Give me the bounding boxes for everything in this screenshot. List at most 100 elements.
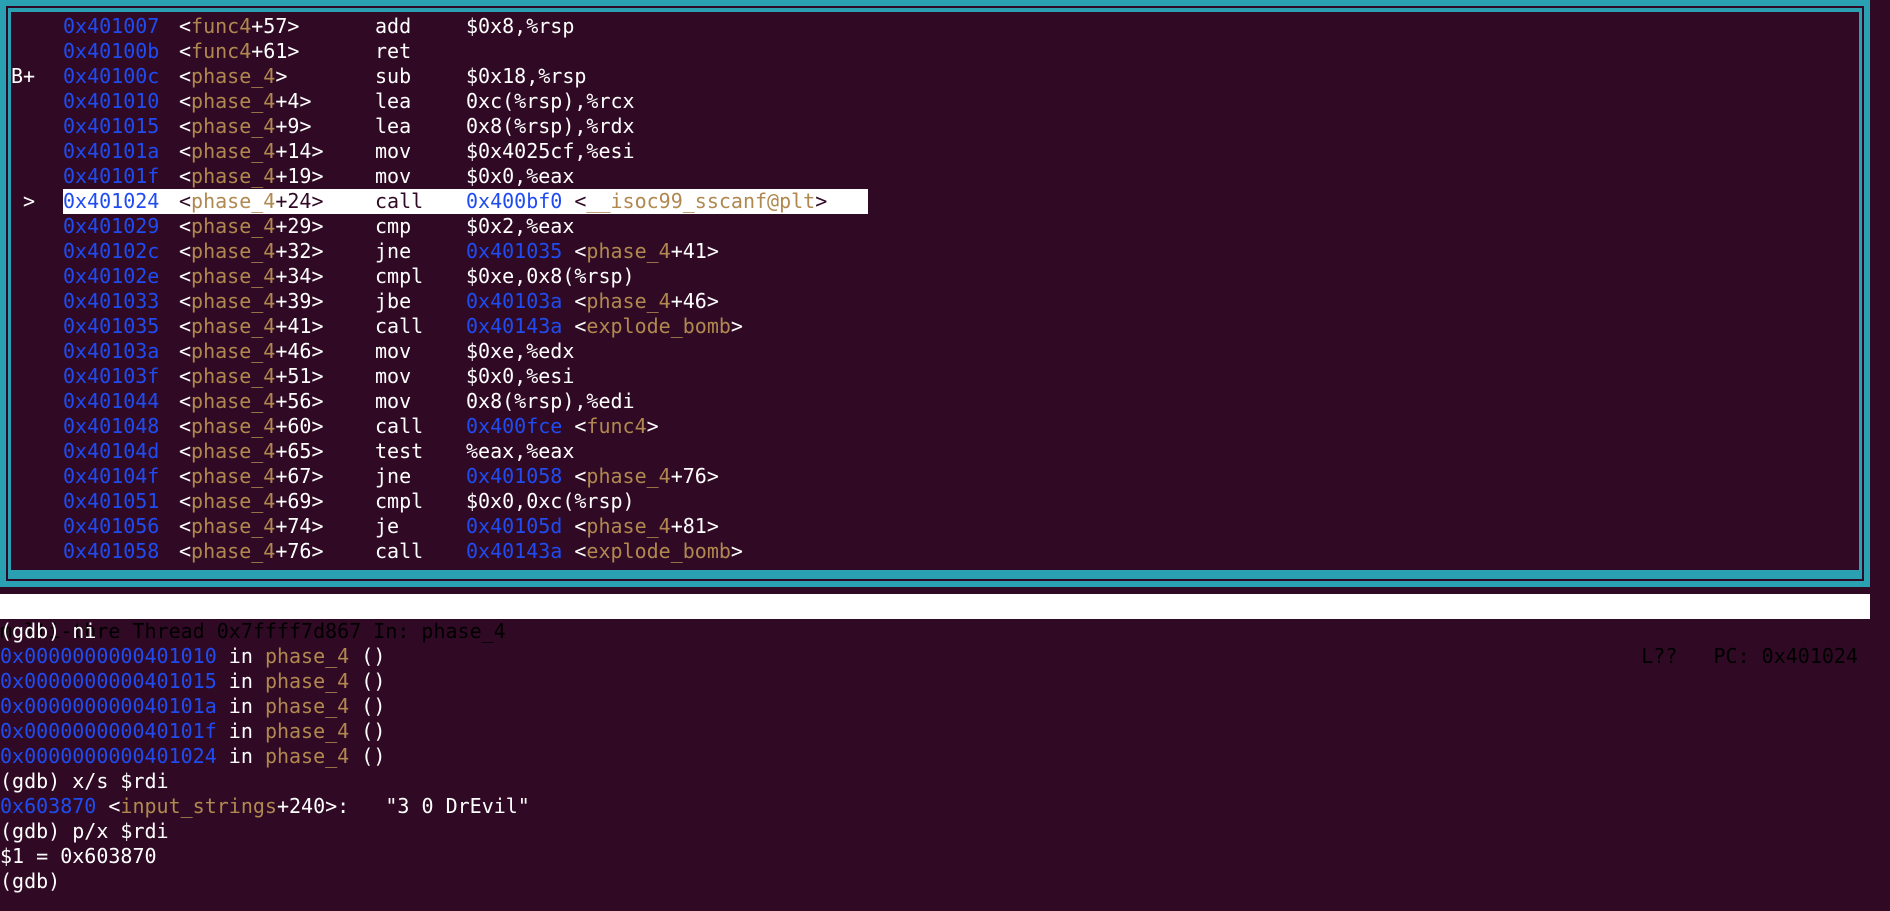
asm-line[interactable]: 0x401010 <phase_4+4> lea 0xc(%rsp),%rcx: [11, 89, 1859, 114]
asm-line[interactable]: 0x40100b <func4+61> ret: [11, 39, 1859, 64]
asm-address: 0x401058: [63, 539, 160, 563]
asm-symbol-offset: +60: [275, 414, 312, 438]
console-spacer: [349, 669, 361, 693]
asm-operands: $0xe,%edx: [466, 339, 575, 363]
asm-address: 0x40103a: [63, 339, 160, 363]
asm-mnemonic: call: [375, 314, 424, 338]
console-spacer: [60, 869, 72, 893]
asm-branch-target: 0x40143a: [466, 314, 563, 338]
asm-operands: %eax,%eax: [466, 439, 575, 463]
asm-address: 0x401015: [63, 114, 160, 138]
asm-address: 0x401007: [63, 14, 160, 38]
asm-operands: $0x4025cf,%esi: [466, 139, 635, 163]
frame-function: phase_4: [264, 694, 350, 718]
console-frame-line: 0x0000000000401010 in phase_4 (): [0, 644, 1870, 669]
asm-symbol-function: func4: [191, 39, 252, 63]
asm-symbol-offset: +41: [275, 314, 312, 338]
asm-symbol-function: phase_4: [191, 339, 276, 363]
asm-address: 0x401010: [63, 89, 160, 113]
asm-symbol-offset: +39: [275, 289, 312, 313]
asm-mnemonic: ret: [375, 39, 412, 63]
asm-line[interactable]: 0x40101a <phase_4+14> mov $0x4025cf,%esi: [11, 139, 1859, 164]
asm-line[interactable]: 0x401035 <phase_4+41> call 0x40143a <explod…: [11, 314, 1859, 339]
asm-symbol: <phase_4+65>: [179, 439, 324, 463]
asm-line[interactable]: 0x40103f <phase_4+51> mov $0x0,%esi: [11, 364, 1859, 389]
console-command-line: (gdb) x/s $rdi: [0, 769, 1870, 794]
asm-operands: $0x0,0xc(%rsp): [466, 489, 635, 513]
asm-operands: 0x400fce <func4>: [466, 414, 659, 438]
console-punct: >:: [325, 794, 386, 818]
asm-line[interactable]: 0x40102c <phase_4+32> jne 0x401035 <phase_4…: [11, 239, 1859, 264]
asm-line[interactable]: 0x40101f <phase_4+19> mov $0x0,%eax: [11, 164, 1859, 189]
asm-symbol-offset: +24: [275, 189, 312, 213]
asm-branch-target: 0x401058: [466, 464, 563, 488]
console-spacer: [217, 644, 229, 668]
asm-target-offset: +46: [670, 289, 707, 313]
asm-line[interactable]: 0x401044 <phase_4+56> mov 0x8(%rsp),%edi: [11, 389, 1859, 414]
asm-target-symbol: __isoc99_sscanf@plt: [586, 189, 816, 213]
asm-operands: 0x8(%rsp),%rdx: [466, 114, 635, 138]
asm-line[interactable]: 0x401033 <phase_4+39> jbe 0x40103a <phase_4…: [11, 289, 1859, 314]
asm-mnemonic: mov: [375, 339, 412, 363]
asm-line-current[interactable]: >0x401024 <phase_4+24> call 0x400bf0 <__iso…: [11, 189, 1859, 214]
asm-line[interactable]: 0x40103a <phase_4+46> mov $0xe,%edx: [11, 339, 1859, 364]
asm-symbol: <phase_4+60>: [179, 414, 324, 438]
asm-line-marker: B+: [11, 64, 36, 88]
gdb-command-console[interactable]: (gdb) ni 0x0000000000401010 in phase_4 ()…: [0, 619, 1870, 894]
asm-line[interactable]: B+ 0x40100c <phase_4> sub $0x18,%rsp: [11, 64, 1859, 89]
asm-line[interactable]: 0x40102e <phase_4+34> cmpl $0xe,0x8(%rsp): [11, 264, 1859, 289]
asm-line[interactable]: 0x401058 <phase_4+76> call 0x40143a <explod…: [11, 539, 1859, 564]
frame-args: (): [361, 644, 386, 668]
asm-symbol: <phase_4+46>: [179, 339, 324, 363]
asm-mnemonic: jne: [375, 239, 412, 263]
disassembly-view[interactable]: 0x401007 <func4+57> add $0x8,%rsp 0x40100b <f…: [11, 12, 1859, 570]
asm-symbol-function: phase_4: [191, 514, 276, 538]
asm-mnemonic: add: [375, 14, 412, 38]
tui-status-bar: multi-thre Thread 0x7ffff7d867 In: phase…: [0, 594, 1870, 668]
asm-line[interactable]: 0x401056 <phase_4+74> je 0x40105d <phase_4+…: [11, 514, 1859, 539]
asm-symbol-function: phase_4: [191, 89, 276, 113]
asm-target-symbol: phase_4: [586, 239, 671, 263]
asm-symbol: <phase_4+76>: [179, 539, 324, 563]
console-spacer: [253, 744, 265, 768]
asm-line[interactable]: 0x401051 <phase_4+69> cmpl $0x0,0xc(%rsp): [11, 489, 1859, 514]
frame-in-keyword: in: [228, 669, 253, 693]
asm-branch-target: 0x40105d: [466, 514, 563, 538]
asm-operands: 0x401035 <phase_4+41>: [466, 239, 719, 263]
asm-symbol: <phase_4+39>: [179, 289, 324, 313]
asm-operands: 0x400bf0 <__isoc99_sscanf@plt>: [466, 189, 828, 213]
asm-mnemonic: je: [375, 514, 400, 538]
asm-symbol-offset: +32: [275, 239, 312, 263]
asm-symbol-offset: +14: [275, 139, 312, 163]
asm-operands: $0x0,%eax: [466, 164, 575, 188]
asm-target-symbol: phase_4: [586, 289, 671, 313]
frame-function: phase_4: [264, 719, 350, 743]
asm-address: 0x40100b: [63, 39, 160, 63]
asm-mnemonic: sub: [375, 64, 412, 88]
asm-line[interactable]: 0x40104f <phase_4+67> jne 0x401058 <phase_4…: [11, 464, 1859, 489]
asm-symbol-offset: +67: [275, 464, 312, 488]
memory-address: 0x603870: [0, 794, 97, 818]
asm-line[interactable]: 0x401015 <phase_4+9> lea 0x8(%rsp),%rdx: [11, 114, 1859, 139]
asm-line[interactable]: 0x401029 <phase_4+29> cmp $0x2,%eax: [11, 214, 1859, 239]
console-spacer: [253, 694, 265, 718]
asm-symbol-function: phase_4: [191, 264, 276, 288]
console-spacer: [349, 694, 361, 718]
console-memory-line: 0x603870 <input_strings+240>: "3 0 DrEvi…: [0, 794, 1870, 819]
asm-mnemonic: call: [375, 189, 424, 213]
asm-target-offset: +41: [670, 239, 707, 263]
asm-symbol-offset: +57: [251, 14, 288, 38]
asm-address: 0x40104f: [63, 464, 160, 488]
asm-line[interactable]: 0x40104d <phase_4+65> test %eax,%eax: [11, 439, 1859, 464]
asm-mnemonic: lea: [375, 89, 412, 113]
memory-offset: +240: [276, 794, 326, 818]
frame-args: (): [361, 669, 386, 693]
asm-address: 0x40101f: [63, 164, 160, 188]
asm-line[interactable]: 0x401048 <phase_4+60> call 0x400fce <func4>: [11, 414, 1859, 439]
asm-operands: 0x40143a <explode_bomb>: [466, 314, 743, 338]
asm-symbol: <phase_4+4>: [179, 89, 312, 113]
asm-symbol: <phase_4+32>: [179, 239, 324, 263]
asm-symbol: <phase_4+9>: [179, 114, 312, 138]
asm-branch-target: 0x401035: [466, 239, 563, 263]
asm-line[interactable]: 0x401007 <func4+57> add $0x8,%rsp: [11, 14, 1859, 39]
